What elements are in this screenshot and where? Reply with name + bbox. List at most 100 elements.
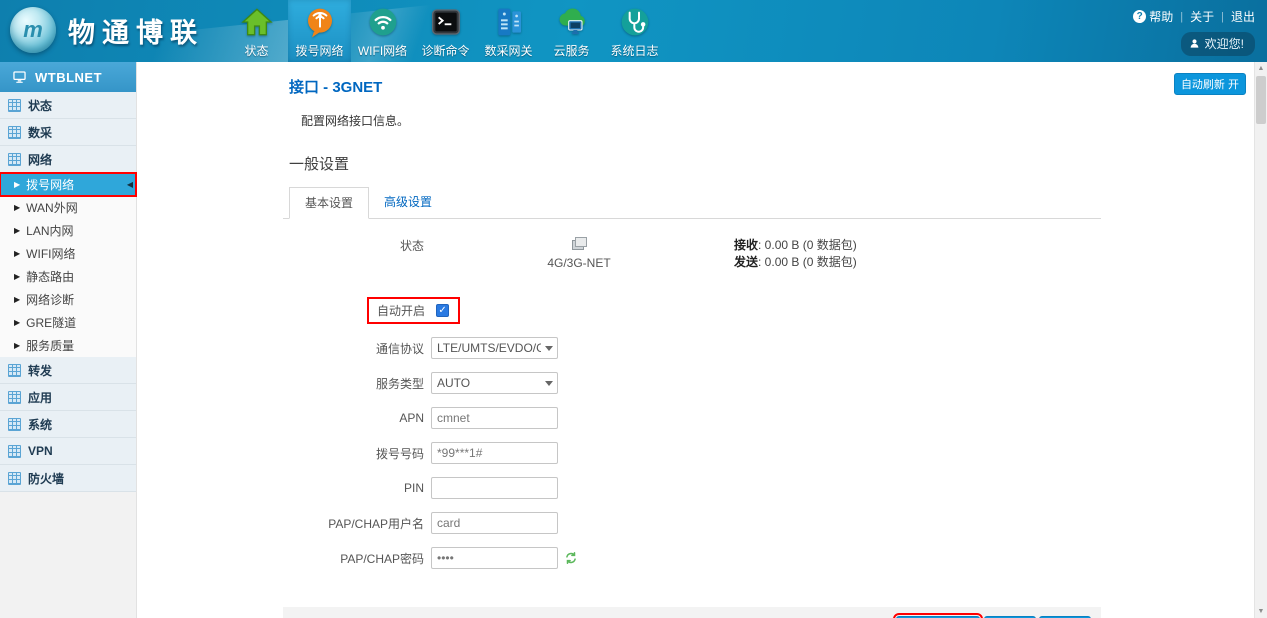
- brand-name: 物通博联: [68, 11, 204, 50]
- sidebar-item-net-diag[interactable]: ▶ 网络诊断 ◀: [0, 288, 136, 311]
- sidebar-item-apps[interactable]: ▶ 应用 ◀: [0, 384, 136, 411]
- refresh-icon[interactable]: [564, 551, 578, 565]
- sidebar-menu: ▶ 状态 ◀ ▶ 数采 ◀ ▶ 网络 ◀ ▶ 拨号网络: [0, 92, 136, 492]
- service-type-select: 服务类型: [283, 372, 1101, 394]
- interface-icon: [572, 237, 587, 250]
- field-label: 拨号号码: [283, 445, 424, 462]
- field-control[interactable]: [431, 512, 558, 534]
- annotation-box: 自动开启: [367, 297, 460, 324]
- nav-item-status[interactable]: 状态: [225, 0, 288, 62]
- sidebar-item-system[interactable]: ▶ 系统 ◀: [0, 411, 136, 438]
- chevron-down-icon: [545, 346, 553, 351]
- nav-item-diagnostics[interactable]: 诊断命令: [414, 0, 477, 62]
- field-input[interactable]: [431, 547, 558, 569]
- scroll-up-icon[interactable]: ▲: [1255, 62, 1267, 75]
- sidebar-item-forwarding[interactable]: ▶ 转发 ◀: [0, 357, 136, 384]
- sidebar-item-network[interactable]: ▶ 网络 ◀: [0, 146, 136, 173]
- nav-item-dial-network[interactable]: 拨号网络: [288, 0, 351, 62]
- sidebar-item-vpn[interactable]: ▶ VPN ◀: [0, 438, 136, 465]
- sidebar-item-status[interactable]: ▶ 状态 ◀: [0, 92, 136, 119]
- chevron-right-icon: ▶: [14, 272, 20, 281]
- interface-device: 4G/3G-NET: [424, 237, 734, 271]
- auto-enable-row: 自动开启: [283, 297, 1101, 324]
- field-input[interactable]: [431, 512, 558, 534]
- grid-icon: [8, 418, 21, 431]
- settings-form: 通信协议 服务类型: [283, 337, 1101, 569]
- about-link[interactable]: 关于: [1190, 8, 1214, 25]
- field-input[interactable]: [431, 442, 558, 464]
- sidebar-item-wan[interactable]: ▶ WAN外网 ◀: [0, 196, 136, 219]
- dial-number-field: 拨号号码: [283, 442, 1101, 464]
- stethoscope-icon: [618, 5, 652, 39]
- sidebar-item-daq[interactable]: ▶ 数采 ◀: [0, 119, 136, 146]
- top-navigation: 状态 拨号网络 WIFI网络 诊断命令 数采网关: [225, 0, 666, 62]
- grid-icon: [8, 99, 21, 112]
- scrollbar-thumb[interactable]: [1256, 76, 1266, 124]
- field-control[interactable]: [431, 407, 558, 429]
- settings-tabbar: 基本设置 高级设置: [283, 187, 1101, 219]
- field-control[interactable]: [431, 477, 558, 499]
- grid-icon: [8, 126, 21, 139]
- status-row: 状态 4G/3G-NET 接收: 0.00 B (0 数据包) 发送: 0.00…: [283, 237, 1101, 271]
- monitor-icon: [12, 70, 27, 84]
- sidebar-item-lan[interactable]: ▶ LAN内网 ◀: [0, 219, 136, 242]
- nav-item-daq-gateway[interactable]: 数采网关: [477, 0, 540, 62]
- field-control[interactable]: [431, 442, 558, 464]
- active-marker-icon: ◀: [127, 180, 133, 189]
- field-label: 服务类型: [283, 375, 424, 392]
- sidebar-item-gre-tunnel[interactable]: ▶ GRE隧道 ◀: [0, 311, 136, 334]
- cloud-icon: [555, 5, 589, 39]
- sidebar-item-firewall[interactable]: ▶ 防火墙 ◀: [0, 465, 136, 492]
- chevron-right-icon: ▶: [14, 226, 20, 235]
- chevron-right-icon: ▶: [14, 318, 20, 327]
- interface-name: 4G/3G-NET: [424, 256, 734, 270]
- apn-field: APN: [283, 407, 1101, 429]
- dial-antenna-icon: [303, 5, 337, 39]
- welcome-badge[interactable]: 欢迎您!: [1181, 32, 1255, 56]
- form-footer: 保存&应用 保存 复位: [283, 607, 1101, 618]
- tab-basic-settings[interactable]: 基本设置: [289, 187, 369, 219]
- field-input[interactable]: [431, 337, 558, 359]
- chevron-right-icon: ▶: [14, 295, 20, 304]
- sidebar-item-qos[interactable]: ▶ 服务质量 ◀: [0, 334, 136, 357]
- field-label: PIN: [283, 481, 424, 495]
- tx-stat: 发送: 0.00 B (0 数据包): [734, 254, 857, 271]
- scroll-down-icon[interactable]: ▼: [1255, 605, 1267, 618]
- nav-item-syslog[interactable]: 系统日志: [603, 0, 666, 62]
- help-link[interactable]: ?帮助: [1133, 8, 1173, 25]
- nav-item-wifi[interactable]: WIFI网络: [351, 0, 414, 62]
- sidebar-header: WTBLNET: [0, 62, 136, 92]
- field-input[interactable]: [431, 477, 558, 499]
- grid-icon: [8, 445, 21, 458]
- field-input[interactable]: [431, 372, 558, 394]
- logo-sphere-icon: m: [10, 7, 56, 53]
- vertical-scrollbar[interactable]: ▲ ▼: [1254, 62, 1267, 618]
- pap-chap-password-field: PAP/CHAP密码: [283, 547, 1101, 569]
- field-input[interactable]: [431, 407, 558, 429]
- chevron-right-icon: ▶: [14, 341, 20, 350]
- server-icon: [492, 5, 526, 39]
- auto-enable-label: 自动开启: [377, 302, 425, 319]
- tab-advanced-settings[interactable]: 高级设置: [369, 187, 447, 218]
- field-label: 通信协议: [283, 340, 424, 357]
- top-header: m 物通博联 状态 拨号网络 WIFI网络 诊断命令: [0, 0, 1267, 62]
- pap-chap-username-field: PAP/CHAP用户名: [283, 512, 1101, 534]
- field-control[interactable]: [431, 372, 558, 394]
- sidebar-item-static-route[interactable]: ▶ 静态路由 ◀: [0, 265, 136, 288]
- home-icon: [240, 5, 274, 39]
- protocol-select: 通信协议: [283, 337, 1101, 359]
- user-icon: [1189, 38, 1200, 49]
- sidebar-item-dial-network[interactable]: ▶ 拨号网络 ◀: [0, 173, 136, 196]
- logout-link[interactable]: 退出: [1231, 8, 1255, 25]
- page-title: 接口 - 3GNET: [289, 76, 1101, 97]
- divider: |: [1221, 11, 1224, 23]
- field-control[interactable]: [431, 337, 558, 359]
- auto-refresh-toggle[interactable]: 自动刷新 开: [1174, 73, 1246, 95]
- field-label: APN: [283, 411, 424, 425]
- help-icon: ?: [1133, 10, 1146, 23]
- auto-enable-checkbox[interactable]: [436, 304, 449, 317]
- nav-item-cloud[interactable]: 云服务: [540, 0, 603, 62]
- field-control[interactable]: [431, 547, 558, 569]
- sidebar-item-wifi[interactable]: ▶ WIFI网络 ◀: [0, 242, 136, 265]
- rx-stat: 接收: 0.00 B (0 数据包): [734, 237, 857, 254]
